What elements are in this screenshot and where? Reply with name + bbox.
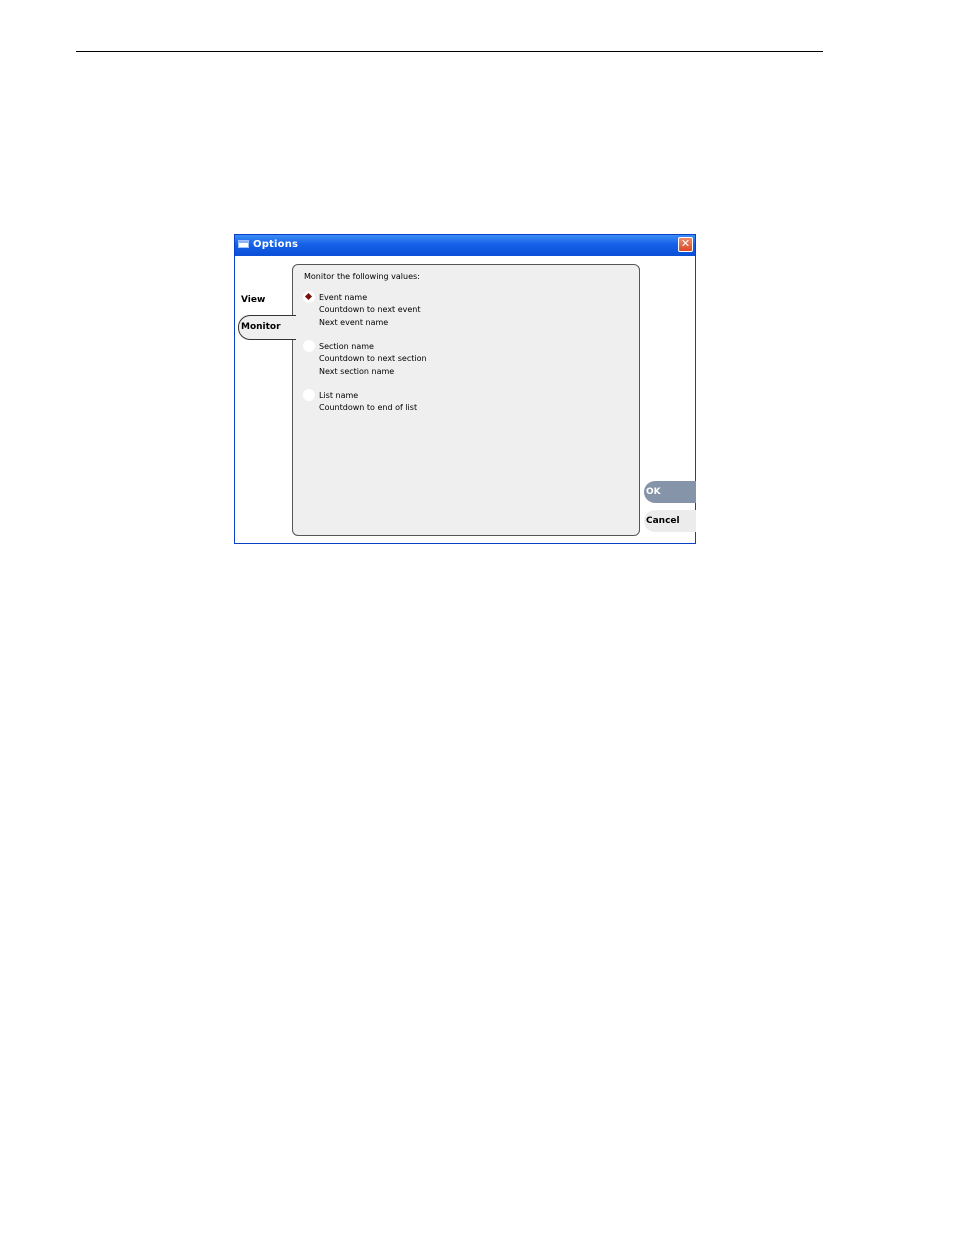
option-line: List name xyxy=(319,391,359,400)
list-radio[interactable] xyxy=(303,389,315,401)
options-dialog: Options ✕ View Monitor Monitor the follo… xyxy=(234,234,696,544)
option-line: Next event name xyxy=(319,317,389,327)
tab-view[interactable]: View xyxy=(238,289,265,311)
window-icon xyxy=(238,240,249,248)
option-line: Event name xyxy=(319,293,368,302)
window-title: Options xyxy=(253,239,299,250)
section-radio[interactable] xyxy=(303,340,315,352)
event-radio[interactable] xyxy=(303,291,315,303)
title-bar[interactable]: Options ✕ xyxy=(235,235,695,256)
page-header-rule xyxy=(76,51,823,52)
panel-caption: Monitor the following values: xyxy=(304,272,420,281)
close-button[interactable]: ✕ xyxy=(678,237,693,252)
option-line: Countdown to end of list xyxy=(319,403,418,413)
option-line: Next section name xyxy=(319,366,395,376)
ok-button[interactable]: OK xyxy=(644,481,696,503)
option-line: Section name xyxy=(319,342,374,351)
option-line: Countdown to next event xyxy=(319,305,421,315)
cancel-button[interactable]: Cancel xyxy=(644,510,696,532)
option-line: Countdown to next section xyxy=(319,354,427,364)
tab-monitor[interactable]: Monitor xyxy=(238,315,296,340)
monitor-panel: Monitor the following values: Event name… xyxy=(292,264,640,536)
